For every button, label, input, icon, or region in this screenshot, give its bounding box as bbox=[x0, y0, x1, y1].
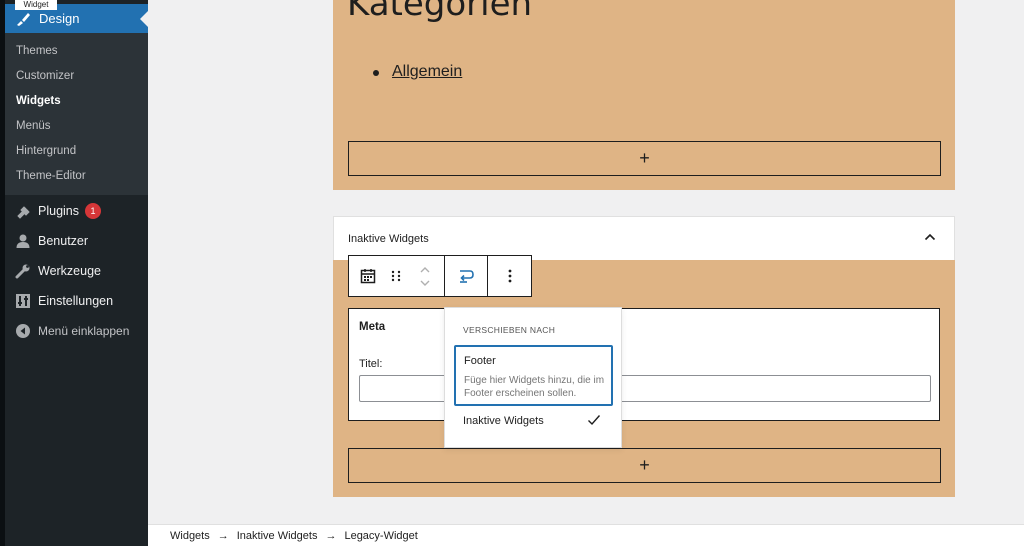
chevron-up-icon[interactable] bbox=[924, 232, 936, 242]
title-field-label: Titel: bbox=[359, 358, 383, 370]
current-menu-arrow bbox=[140, 11, 148, 27]
move-option-footer[interactable]: Footer Füge hier Widgets hinzu, die im F… bbox=[454, 345, 613, 406]
add-block-button-inactive[interactable]: + bbox=[348, 448, 941, 483]
inactive-widgets-title: Inaktive Widgets bbox=[348, 233, 429, 245]
drag-handle[interactable] bbox=[382, 256, 410, 296]
more-options-icon bbox=[508, 269, 511, 283]
move-to-icon bbox=[460, 270, 474, 283]
collapse-icon bbox=[16, 324, 30, 338]
breadcrumb-inactive-widgets[interactable]: Inaktive Widgets bbox=[237, 530, 318, 542]
submenu-menus[interactable]: Menüs bbox=[16, 120, 51, 132]
move-to-button[interactable] bbox=[445, 256, 488, 296]
menu-item-tools-label: Werkzeuge bbox=[38, 264, 101, 278]
menu-item-design-label: Design bbox=[39, 11, 80, 26]
submenu-themes[interactable]: Themes bbox=[16, 45, 58, 57]
categories-heading: Kategorien bbox=[347, 0, 533, 24]
toolbar-group-block bbox=[349, 256, 445, 296]
move-down-icon[interactable] bbox=[419, 278, 431, 288]
breadcrumb-separator: → bbox=[217, 529, 229, 542]
block-breadcrumb: Widgets → Inaktive Widgets → Legacy-Widg… bbox=[148, 524, 1024, 546]
collapse-menu-button[interactable]: Menü einklappen bbox=[5, 317, 148, 345]
block-type-button[interactable] bbox=[354, 256, 382, 296]
widget-title: Meta bbox=[359, 321, 386, 333]
plugin-icon bbox=[17, 206, 30, 219]
move-to-dropdown: VERSCHIEBEN NACH Footer Füge hier Widget… bbox=[444, 307, 622, 448]
design-submenu: Themes Customizer Widgets Menüs Hintergr… bbox=[5, 33, 148, 195]
inactive-widgets-header[interactable]: Inaktive Widgets bbox=[333, 216, 955, 260]
menu-item-tools[interactable]: Werkzeuge bbox=[5, 257, 148, 285]
check-icon bbox=[588, 415, 601, 426]
meta-widget-block[interactable]: Meta Titel: bbox=[348, 308, 940, 421]
add-block-button[interactable]: + bbox=[348, 141, 941, 176]
submenu-theme-editor[interactable]: Theme-Editor bbox=[16, 170, 86, 182]
mover-buttons bbox=[410, 256, 440, 296]
drag-handle-icon bbox=[391, 270, 400, 282]
move-to-heading: VERSCHIEBEN NACH bbox=[463, 325, 556, 335]
breadcrumb-legacy-widget: Legacy-Widget bbox=[344, 529, 418, 542]
menu-item-plugins-label: Plugins bbox=[38, 204, 79, 218]
wrench-icon bbox=[15, 264, 30, 279]
move-option-inactive[interactable]: Inaktive Widgets bbox=[463, 415, 544, 427]
submenu-customizer[interactable]: Customizer bbox=[16, 70, 74, 82]
category-link[interactable]: Allgemein bbox=[392, 63, 462, 81]
option-title: Footer bbox=[464, 355, 496, 367]
calendar-icon bbox=[360, 269, 375, 284]
paintbrush-icon bbox=[17, 12, 30, 26]
list-bullet bbox=[373, 70, 379, 76]
settings-icon bbox=[16, 294, 30, 308]
submenu-background[interactable]: Hintergrund bbox=[16, 145, 76, 157]
breadcrumb-separator: → bbox=[325, 529, 337, 542]
move-up-icon[interactable] bbox=[419, 265, 431, 275]
collapse-menu-label: Menü einklappen bbox=[38, 324, 130, 338]
menu-item-users-label: Benutzer bbox=[38, 234, 89, 248]
user-icon bbox=[16, 234, 30, 248]
admin-sidebar: Design Widget Themes Customizer Widgets … bbox=[0, 0, 148, 546]
more-options-button[interactable] bbox=[488, 256, 531, 296]
plugins-update-badge: 1 bbox=[85, 203, 101, 219]
breadcrumb-widgets[interactable]: Widgets bbox=[170, 530, 210, 542]
menu-item-plugins[interactable]: Plugins 1 bbox=[5, 197, 148, 225]
submenu-widgets[interactable]: Widgets bbox=[16, 95, 61, 107]
block-toolbar bbox=[348, 255, 532, 297]
option-description: Füge hier Widgets hinzu, die im Footer e… bbox=[464, 375, 605, 399]
hover-tooltip: Widget bbox=[15, 0, 57, 10]
menu-item-users[interactable]: Benutzer bbox=[5, 227, 148, 255]
menu-item-settings-label: Einstellungen bbox=[38, 294, 114, 308]
menu-item-settings[interactable]: Einstellungen bbox=[5, 287, 148, 315]
